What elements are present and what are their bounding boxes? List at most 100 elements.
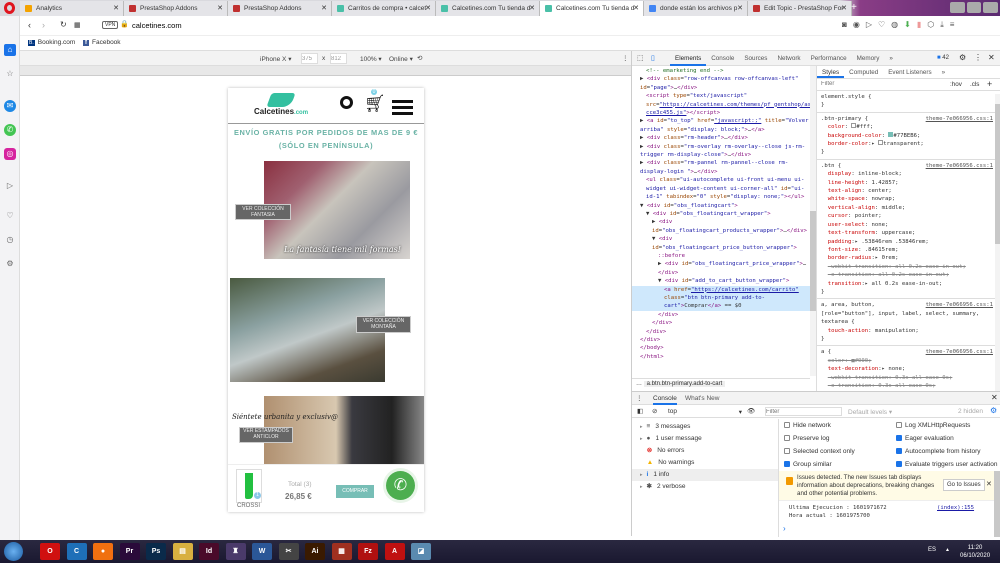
tab-close-icon[interactable]: ✕ <box>217 4 223 12</box>
device-select[interactable]: iPhone X ▾ <box>260 55 291 63</box>
dom-node[interactable]: ::before <box>632 252 810 260</box>
console-sidebar-toggle-icon[interactable]: ◧ <box>637 407 643 415</box>
cart-icon[interactable]: 🛒︎ <box>364 94 386 114</box>
taskbar-app-icon[interactable]: ◪ <box>411 543 431 560</box>
stylesheet-link[interactable]: theme-7e066956.css:1 <box>926 115 993 123</box>
console-message-filter[interactable]: ▸ ✱ 2 verbose <box>632 481 778 493</box>
shield-icon[interactable]: ♡ <box>878 20 891 29</box>
dom-node[interactable]: ▼ <div id="obs_floatingcart_price_button… <box>632 235 810 252</box>
dom-node[interactable]: ▶ <div class="rm-header">…</div> <box>632 134 810 142</box>
close-devtools-icon[interactable]: ✕ <box>988 53 995 62</box>
devtools-tab[interactable]: » <box>884 51 898 66</box>
download-ext-icon[interactable]: ⬇ <box>904 20 917 29</box>
taskbar-app-icon[interactable]: Id <box>199 543 219 560</box>
start-button[interactable] <box>4 542 23 561</box>
block-icon[interactable]: ◉ <box>853 20 866 29</box>
browser-tab[interactable]: PrestaShop Addons ✕ <box>124 1 228 16</box>
log-levels-select[interactable]: Default levels ▾ <box>848 408 892 416</box>
dom-node[interactable]: ▶ <div id="obs_floatingcart_products_wra… <box>632 218 810 235</box>
checkbox[interactable] <box>784 422 790 429</box>
cube-icon[interactable]: ⬡ <box>927 20 940 29</box>
view-collection-button[interactable]: VER ESTAMPADOS ANTICLOR <box>239 427 293 443</box>
browser-tab[interactable]: donde están los archivos p ✕ <box>644 1 748 16</box>
styles-scrollbar[interactable] <box>995 94 1000 391</box>
console-setting-checkbox[interactable]: Log XMLHttpRequests <box>896 422 970 429</box>
devtools-tab[interactable]: Sources <box>739 51 772 66</box>
dom-node[interactable]: </div> <box>632 336 810 344</box>
go-to-issues-button[interactable]: Go to Issues <box>943 479 985 491</box>
hamburger-menu-icon[interactable] <box>392 100 413 115</box>
clear-console-icon[interactable]: ⊘ <box>652 407 657 415</box>
checkbox[interactable] <box>784 461 790 468</box>
browser-tab[interactable]: Edit Topic - PrestaShop For ✕ <box>748 1 852 16</box>
checkbox[interactable] <box>784 435 790 442</box>
console-setting-checkbox[interactable]: Eager evaluation <box>896 435 954 442</box>
dom-node[interactable]: <a href="https://calcetines.com/carrito"… <box>632 285 810 311</box>
console-message-filter[interactable]: ▸ ≡ 3 messages <box>632 421 778 433</box>
cart-product-thumb[interactable]: 1 <box>236 469 262 503</box>
settings-gear-icon[interactable]: ⚙ <box>959 53 966 62</box>
device-height-input[interactable] <box>330 53 347 64</box>
browser-tab[interactable]: PrestaShop Addons ✕ <box>228 1 332 16</box>
taskbar-app-icon[interactable]: ▤ <box>172 543 193 560</box>
instagram-icon[interactable]: ◎ <box>4 148 16 160</box>
stylesheet-link[interactable]: theme-7e066956.css:1 <box>926 301 993 309</box>
dom-node[interactable]: <ul class="ui-autocomplete ui-front ui-m… <box>632 176 810 201</box>
back-icon[interactable]: ‹ <box>28 20 31 30</box>
whatsapp-button[interactable]: ✆ <box>386 471 415 500</box>
dom-node[interactable]: </div> <box>632 311 810 319</box>
style-rule[interactable]: theme-7e066956.css:1 .btn-primary { color… <box>817 113 995 160</box>
taskbar-app-icon[interactable]: A <box>384 543 405 560</box>
taskbar-app-icon[interactable]: C <box>66 543 87 560</box>
taskbar-app-icon[interactable]: ♜ <box>225 543 246 560</box>
bookmark-booking[interactable]: B. Booking.com <box>28 39 75 46</box>
taskbar-app-icon[interactable]: Pr <box>119 543 140 560</box>
taskbar-app-icon[interactable]: W <box>252 543 272 560</box>
buy-button[interactable]: COMPRAR <box>336 485 374 498</box>
elements-tree[interactable]: <!-- emarketing end --> ▶ <div class="row… <box>632 66 810 376</box>
styles-tab[interactable]: Computed <box>844 66 883 78</box>
messenger-icon[interactable]: ✉ <box>4 100 16 112</box>
dom-node[interactable]: ▶ <div class="rm-pannel rm-pannel--close… <box>632 159 810 176</box>
browser-tab[interactable]: Calcetines.com Tu tienda d ✕ <box>436 1 540 16</box>
checkbox[interactable] <box>784 448 790 455</box>
device-toggle-icon[interactable]: ▯ <box>651 54 655 62</box>
tab-close-icon[interactable]: ✕ <box>529 4 535 12</box>
forward-icon[interactable]: › <box>42 20 45 30</box>
console-message-filter[interactable]: ▸ i 1 info <box>632 469 778 481</box>
taskbar-app-icon[interactable]: Ps <box>146 543 166 560</box>
drawer-menu-icon[interactable]: ⋮ <box>636 394 643 402</box>
console-setting-checkbox[interactable]: Hide network <box>784 422 831 429</box>
issues-counter[interactable]: ■ 42 <box>937 55 949 61</box>
menu-icon[interactable]: ≡ <box>950 20 961 29</box>
breadcrumb-item[interactable]: a.btn.btn-primary.add-to-cart <box>643 381 726 387</box>
styles-tab[interactable]: » <box>937 66 951 78</box>
network-throttle-select[interactable]: Online ▾ <box>389 55 413 63</box>
log-source-link[interactable]: (index):155 <box>937 504 974 512</box>
zoom-select[interactable]: 100% ▾ <box>360 55 382 63</box>
taskbar-app-icon[interactable]: ✂ <box>278 543 299 560</box>
style-rule[interactable]: theme-7e066956.css:1 a { color: ■#000; te… <box>817 346 995 391</box>
hov-toggle[interactable]: :hov <box>950 81 962 88</box>
downloads-icon[interactable]: ⤓ <box>940 20 950 29</box>
dom-node[interactable]: </div> <box>632 319 810 327</box>
live-expression-eye-icon[interactable]: 👁︎ <box>747 407 755 415</box>
view-collection-button[interactable]: VER COLECCIÓN MONTAÑA <box>356 316 411 333</box>
dom-node[interactable]: ▶ <div class="rm-overlay rm-overlay--clo… <box>632 143 810 160</box>
devtools-tab[interactable]: Memory <box>852 51 885 66</box>
dom-node[interactable]: ▼ <div id="obs_floatingcart"> <box>632 202 810 210</box>
stylesheet-link[interactable]: theme-7e066956.css:1 <box>926 348 993 356</box>
checkbox[interactable] <box>896 448 902 455</box>
console-message-filter[interactable]: ⊗ No errors <box>632 445 778 457</box>
browser-tab[interactable]: Analytics ✕ <box>20 1 124 16</box>
history-icon[interactable]: ◷ <box>4 234 16 246</box>
console-message-filter[interactable]: ▲ No warnings <box>632 457 778 469</box>
console-setting-checkbox[interactable]: Group similar <box>784 461 832 468</box>
tray-arrow-icon[interactable]: ▲ <box>945 547 950 553</box>
inspect-element-icon[interactable]: ⬚ <box>637 54 644 62</box>
browser-tab[interactable]: Carritos de compra • calcet ✕ <box>332 1 436 16</box>
close-window-button[interactable] <box>983 2 999 13</box>
dom-node[interactable]: ▶ <div id="obs_floatingcart_price_wrappe… <box>632 260 810 277</box>
console-setting-checkbox[interactable]: Preserve log <box>784 435 830 442</box>
language-indicator[interactable]: ES <box>928 547 936 553</box>
